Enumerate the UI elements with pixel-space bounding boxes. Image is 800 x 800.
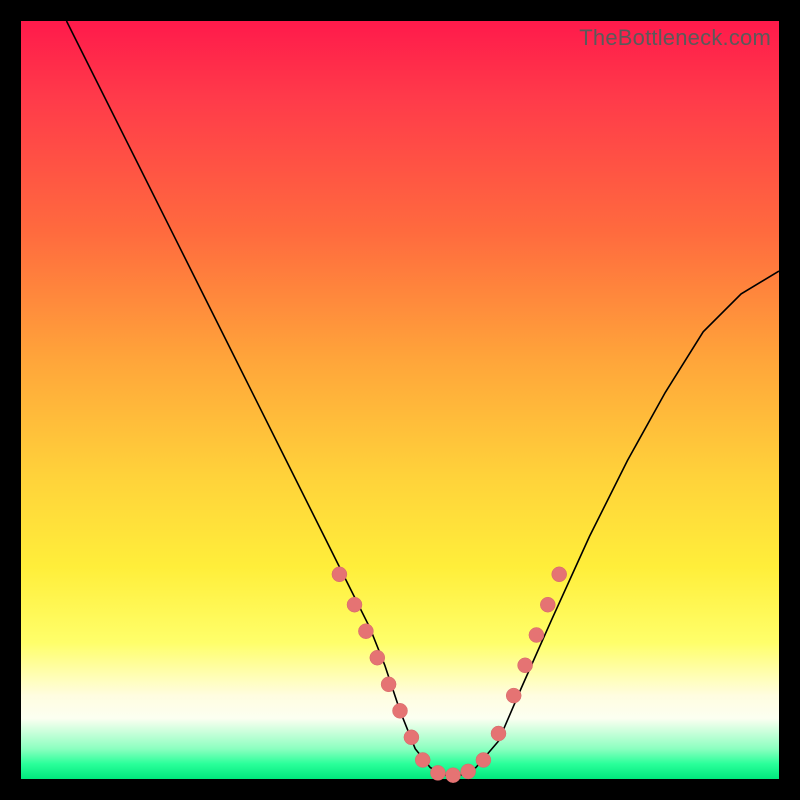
curve-marker [404,730,419,745]
curve-marker [381,677,396,692]
curve-marker [415,753,430,768]
curve-marker [461,764,476,779]
curve-marker [476,753,491,768]
curve-marker [370,650,385,665]
curve-marker [332,567,347,582]
curve-marker [506,688,521,703]
bottleneck-curve [67,21,780,775]
curve-marker [552,567,567,582]
curve-marker [347,597,362,612]
curve-marker [491,726,506,741]
curve-marker [529,628,544,643]
curve-svg [21,21,779,779]
curve-markers [332,567,567,783]
curve-marker [430,765,445,780]
plot-area: TheBottleneck.com [21,21,779,779]
curve-marker [393,703,408,718]
curve-marker [540,597,555,612]
curve-marker [446,768,461,783]
curve-marker [518,658,533,673]
curve-marker [358,624,373,639]
chart-frame: TheBottleneck.com [0,0,800,800]
